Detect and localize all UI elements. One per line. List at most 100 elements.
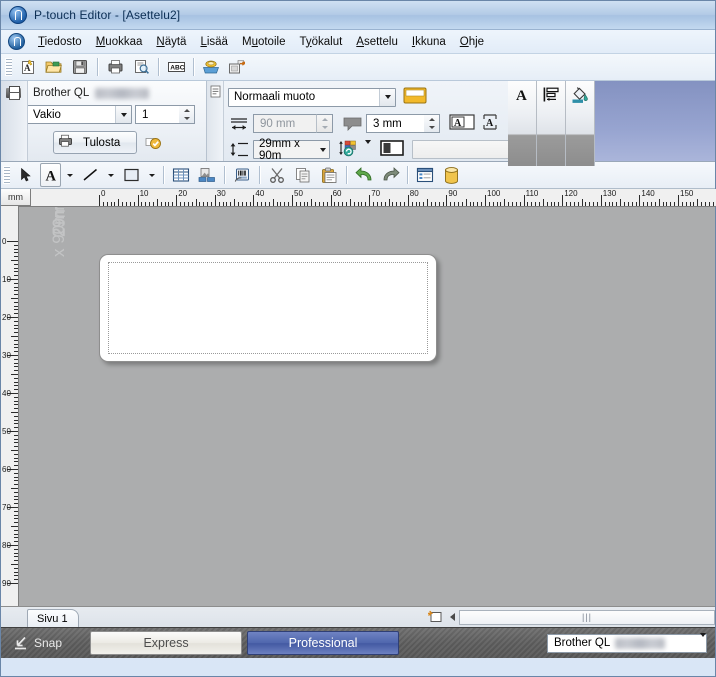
copies-stepper[interactable] xyxy=(179,105,195,124)
menu-item-muotoile[interactable]: Muotoile xyxy=(235,34,293,50)
ptouch-menu-icon[interactable] xyxy=(8,33,25,50)
ruler-tick xyxy=(295,202,297,206)
margin-stepper[interactable] xyxy=(424,114,440,133)
menu-bar: Tiedosto Muokkaa Näytä Lisää Muotoile Ty… xyxy=(1,30,715,54)
ruler-tick xyxy=(292,195,293,206)
vertical-ruler: 0 10 20 30 40 50 60 70 80 90 xyxy=(1,206,19,606)
ruler-tick xyxy=(500,202,502,206)
label-length-stepper[interactable] xyxy=(317,114,333,133)
label-object[interactable] xyxy=(99,254,437,362)
ruler-tick xyxy=(14,499,18,501)
label-length-input[interactable]: 90 mm xyxy=(253,114,317,133)
ruler-tick xyxy=(346,202,348,206)
snap-mode-button[interactable]: Snap xyxy=(13,636,62,650)
print-action-button[interactable]: Tulosta xyxy=(53,131,138,154)
sidebar-item-fill[interactable] xyxy=(566,81,595,166)
text-fit-icon[interactable]: A xyxy=(449,113,475,134)
menu-item-muokkaa[interactable]: Muokkaa xyxy=(89,34,150,50)
new-object-icon[interactable] xyxy=(424,610,446,624)
professional-mode-button[interactable]: Professional xyxy=(247,631,400,655)
ruler-tick xyxy=(361,202,363,206)
database-button[interactable] xyxy=(199,55,223,79)
label-preview-icon[interactable] xyxy=(403,86,427,108)
ruler-tick xyxy=(11,564,18,565)
spellcheck-button[interactable]: ABC xyxy=(164,55,188,79)
toolbar-grip[interactable] xyxy=(3,166,10,184)
rectangle-tool-dropdown[interactable] xyxy=(145,163,158,187)
ruler-tick xyxy=(693,202,695,206)
margin-icon xyxy=(341,115,363,133)
save-button[interactable] xyxy=(68,55,92,79)
format-panel-tab[interactable] xyxy=(207,81,224,161)
ruler-label: 30 xyxy=(2,351,11,360)
menu-item-ikkuna[interactable]: Ikkuna xyxy=(405,34,453,50)
export-button[interactable] xyxy=(225,55,249,79)
form-button[interactable] xyxy=(413,163,437,187)
orientation-icon[interactable] xyxy=(380,140,404,159)
sidebar-item-layout[interactable] xyxy=(537,81,566,166)
copies-input[interactable]: 1 xyxy=(135,105,179,124)
label-canvas[interactable]: 29mm x 90mm xyxy=(19,207,715,606)
cut-button[interactable] xyxy=(265,163,289,187)
margin-input[interactable]: 3 mm xyxy=(366,114,424,133)
ruler-tick xyxy=(14,282,18,284)
print-preview-button[interactable] xyxy=(129,55,153,79)
ruler-tick xyxy=(14,510,18,512)
open-button[interactable] xyxy=(42,55,66,79)
horizontal-scrollbar[interactable]: ||| xyxy=(459,609,715,625)
page-tab-sivu-1[interactable]: Sivu 1 xyxy=(27,609,79,627)
printer-select[interactable]: Brother QL xyxy=(547,633,707,653)
ruler-label: 90 xyxy=(448,189,458,198)
ruler-unit-label[interactable]: mm xyxy=(1,189,31,206)
menu-item-tyokalut[interactable]: Työkalut xyxy=(292,34,349,50)
print-panel-tab[interactable] xyxy=(1,81,28,161)
rotate-dropdown-arrow[interactable] xyxy=(365,139,371,156)
rotate-direction-icon[interactable] xyxy=(338,139,362,160)
ruler-tick xyxy=(14,267,18,269)
ruler-label: 150 xyxy=(680,189,694,198)
new-layout-button[interactable]: A xyxy=(16,55,40,79)
scroll-left-icon[interactable] xyxy=(446,613,459,621)
auto-text-icon[interactable]: A xyxy=(482,113,498,134)
ruler-unit-text: mm xyxy=(8,192,23,202)
text-tool[interactable]: A xyxy=(40,163,61,187)
express-mode-button[interactable]: Express xyxy=(90,631,243,655)
toolbar-separator xyxy=(224,166,225,184)
menu-item-ohje[interactable]: Ohje xyxy=(453,34,491,50)
ruler-tick xyxy=(141,202,143,206)
database-button[interactable] xyxy=(439,163,463,187)
print-button[interactable] xyxy=(103,55,127,79)
ruler-tick xyxy=(14,301,18,303)
ruler-label: 0 xyxy=(2,237,7,246)
image-tool[interactable] xyxy=(195,163,219,187)
snap-mode-label: Snap xyxy=(34,636,63,650)
select-tool[interactable] xyxy=(14,163,38,187)
rectangle-tool[interactable] xyxy=(119,163,143,187)
undo-button[interactable] xyxy=(352,163,376,187)
menu-item-tiedosto[interactable]: Tiedosto xyxy=(31,34,89,50)
ruler-tick xyxy=(620,199,622,206)
menu-item-asettelu[interactable]: Asettelu xyxy=(349,34,405,50)
extra-select[interactable] xyxy=(412,140,522,159)
line-tool-dropdown[interactable] xyxy=(104,163,117,187)
print-options-icon[interactable] xyxy=(144,133,163,153)
ruler-tick xyxy=(14,491,18,493)
sidebar-item-text[interactable]: A xyxy=(508,81,537,166)
layout-style-select[interactable]: Normaali muoto xyxy=(228,87,396,107)
barcode-tool[interactable] xyxy=(230,163,254,187)
line-tool[interactable] xyxy=(78,163,102,187)
media-size-select[interactable]: 29mm x 90m xyxy=(253,138,330,162)
ruler-tick xyxy=(14,248,18,250)
menu-item-lisaa[interactable]: Lisää xyxy=(193,34,235,50)
toolbar-grip[interactable] xyxy=(5,58,12,76)
paste-button[interactable] xyxy=(317,163,341,187)
ruler-tick xyxy=(187,202,189,206)
text-tool-dropdown[interactable] xyxy=(63,163,76,187)
menu-item-nayta[interactable]: Näytä xyxy=(149,34,193,50)
ruler-tick xyxy=(14,252,18,254)
print-quality-select[interactable]: Vakio xyxy=(27,105,132,124)
copy-button[interactable] xyxy=(291,163,315,187)
ruler-tick xyxy=(654,202,656,206)
redo-button[interactable] xyxy=(378,163,402,187)
table-tool[interactable] xyxy=(169,163,193,187)
